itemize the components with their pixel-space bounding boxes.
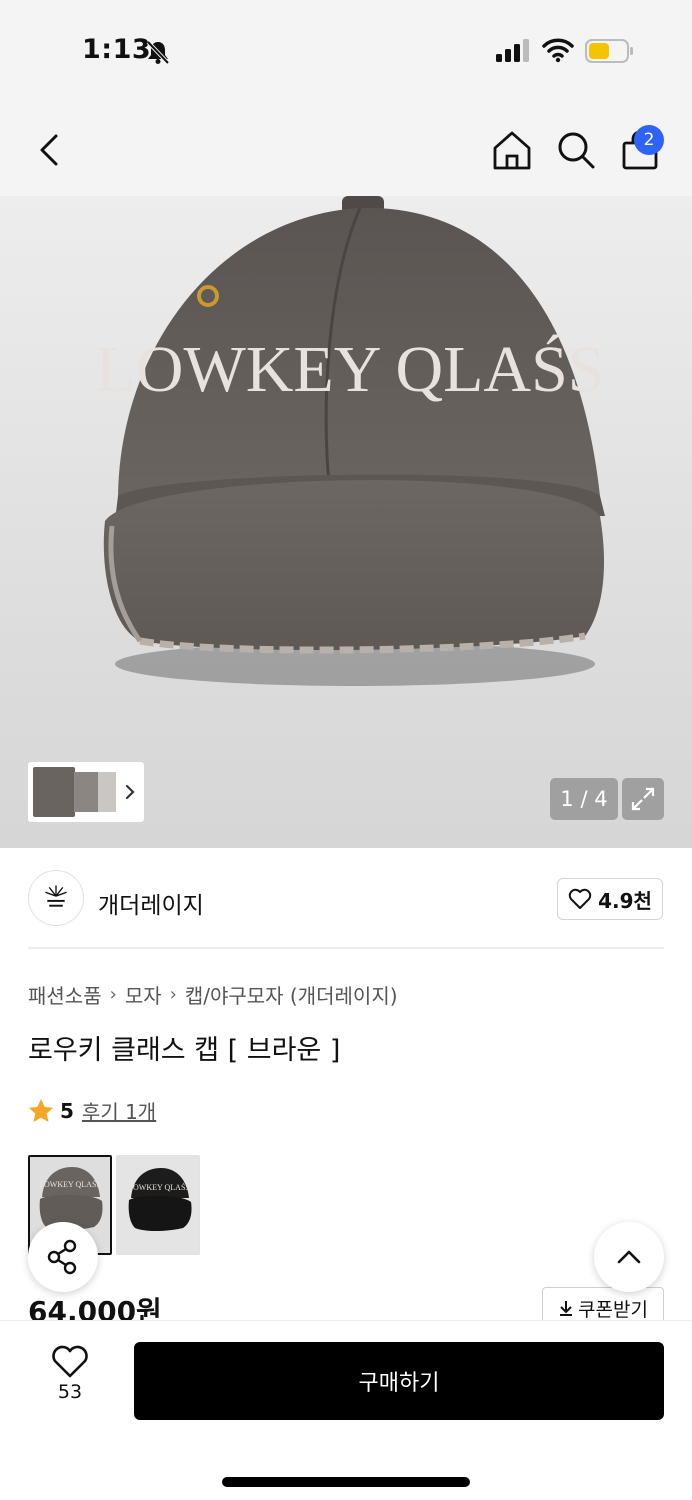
variant-cap-image: LOWKEY QLAŚS [128, 1168, 192, 1231]
status-time: 1:13 [82, 34, 152, 65]
gallery-thumbnail-strip[interactable] [28, 762, 144, 822]
breadcrumb-item[interactable]: 모자 [125, 980, 162, 1009]
chevron-right-icon: › [169, 984, 177, 1005]
share-button[interactable] [28, 1222, 98, 1292]
gallery-page-counter: 1 / 4 [550, 778, 618, 820]
gallery-thumbnail[interactable] [74, 772, 100, 812]
back-arrow-icon[interactable] [30, 128, 70, 172]
home-indicator [222, 1477, 470, 1487]
home-icon[interactable] [490, 128, 534, 172]
buy-button[interactable]: 구매하기 [134, 1342, 664, 1420]
brand-row[interactable]: 개더레이지 4.9천 [0, 850, 692, 948]
heart-icon [568, 888, 592, 909]
breadcrumb: 패션소품 › 모자 › 캡/야구모자 (개더레이지) [28, 980, 398, 1009]
review-count-link[interactable]: 후기 1개 [82, 1096, 156, 1125]
product-cap-image: LOWKEY QLAŚS [95, 196, 605, 686]
cellular-signal-icon [496, 39, 529, 62]
brand-like-count: 4.9천 [598, 888, 652, 913]
wishlist-button[interactable]: 53 [44, 1345, 96, 1415]
gallery-thumbnail[interactable] [98, 772, 116, 812]
status-bar: 1:13 [0, 0, 692, 100]
rating-score: 5 [60, 1098, 74, 1123]
cap-embroidery-text: LOWKEY QLAŚS [95, 333, 604, 406]
svg-text:LOWKEY QLAŚS: LOWKEY QLAŚS [39, 1179, 101, 1189]
wishlist-count: 53 [57, 1381, 83, 1403]
color-variant-black[interactable]: LOWKEY QLAŚS [116, 1155, 200, 1255]
top-navigation-bar [0, 100, 692, 196]
gallery-thumbnail[interactable] [33, 767, 75, 817]
product-title: 로우키 클래스 캡 [ 브라운 ] [28, 1035, 341, 1066]
heart-icon [52, 1345, 88, 1378]
breadcrumb-item[interactable]: 패션소품 [28, 980, 102, 1009]
download-icon [560, 1301, 573, 1316]
wifi-icon [542, 38, 574, 63]
battery-icon [585, 39, 633, 63]
search-icon[interactable] [554, 128, 598, 172]
brand-like-button[interactable]: 4.9천 [557, 878, 663, 920]
product-image-gallery[interactable]: LOWKEY QLAŚS 1 / 4 [0, 196, 692, 848]
bottom-action-bar: 53 구매하기 [0, 1320, 692, 1500]
coupon-label: 쿠폰받기 [578, 1298, 648, 1321]
cart-count-badge: 2 [634, 125, 664, 155]
chevron-right-icon[interactable] [120, 778, 140, 806]
chevron-up-icon [617, 1250, 641, 1264]
brand-name[interactable]: 개더레이지 [98, 886, 204, 920]
bell-off-icon [146, 40, 170, 65]
svg-text:LOWKEY QLAŚS: LOWKEY QLAŚS [128, 1182, 190, 1192]
scroll-to-top-button[interactable] [594, 1222, 664, 1292]
divider [28, 947, 664, 949]
breadcrumb-item[interactable]: 캡/야구모자 (개더레이지) [185, 980, 398, 1009]
share-icon [47, 1239, 77, 1275]
expand-icon[interactable] [622, 778, 664, 820]
chevron-right-icon: › [109, 984, 117, 1005]
brand-logo[interactable] [28, 870, 84, 926]
star-icon [29, 1098, 53, 1122]
rating-row: 5 후기 1개 [28, 1096, 156, 1125]
